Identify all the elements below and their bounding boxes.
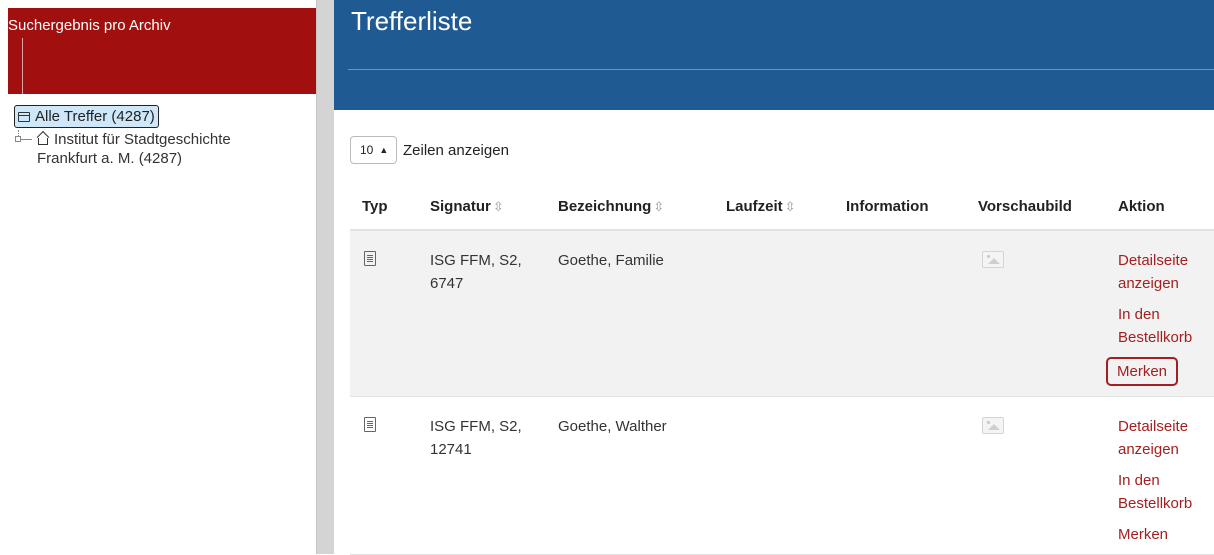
archive-tree: Alle Treffer (4287) Institut für Stadtge…	[14, 105, 231, 168]
cell-aktion: Detailseite anzeigen In den Bestellkorb Me…	[1106, 230, 1214, 397]
detail-page-link[interactable]: Detailseite anzeigen	[1118, 249, 1214, 295]
column-header-laufzeit[interactable]: Laufzeit ⇳	[714, 184, 834, 231]
sort-icon: ⇳	[784, 199, 796, 214]
folder-icon	[18, 111, 30, 122]
cell-vorschaubild	[966, 396, 1106, 555]
sort-icon: ⇳	[653, 199, 665, 214]
cell-typ	[350, 230, 418, 397]
cell-information	[834, 230, 966, 397]
results-panel: Trefferliste 10 ▲︎ Zeilen anzeigen Typ S…	[334, 0, 1214, 555]
cell-information	[834, 396, 966, 555]
rows-per-page-label: Zeilen anzeigen	[403, 141, 509, 159]
sidebar-title: Suchergebnis pro Archiv	[8, 17, 171, 34]
column-header-bezeichnung[interactable]: Bezeichnung ⇳	[546, 184, 714, 231]
image-placeholder-icon	[982, 416, 1004, 434]
tree-item-all-hits[interactable]: Alle Treffer (4287)	[14, 105, 159, 128]
cell-vorschaubild	[966, 230, 1106, 397]
panel-splitter[interactable]	[316, 0, 334, 554]
column-header-vorschaubild: Vorschaubild	[966, 184, 1106, 231]
add-to-basket-link[interactable]: In den Bestellkorb	[1118, 469, 1214, 515]
cell-aktion: Detailseite anzeigen In den Bestellkorb Me…	[1106, 396, 1214, 555]
tree-item-institut-label-1: Institut für Stadtgeschichte	[54, 131, 231, 148]
select-arrows-icon: ▲︎	[379, 145, 389, 155]
rows-per-page-control: 10 ▲︎ Zeilen anzeigen	[350, 136, 509, 164]
signatur-text: 12741	[430, 440, 472, 458]
image-placeholder-icon	[982, 251, 1004, 268]
archive-sidebar: Suchergebnis pro Archiv Alle Treffer (42…	[0, 8, 316, 554]
column-header-typ: Typ	[350, 184, 418, 231]
tree-item-institut[interactable]: Institut für Stadtgeschichte Frankfurt a…	[14, 130, 231, 168]
cell-bezeichnung: Goethe, Familie	[546, 230, 714, 397]
banner-divider	[348, 69, 1214, 70]
signatur-text: ISG FFM, S2,	[430, 417, 522, 435]
cell-laufzeit	[714, 230, 834, 397]
results-banner: Trefferliste	[334, 0, 1214, 110]
table-header-row: Typ Signatur ⇳ Bezeichnung ⇳ Laufzeit ⇳ Inf…	[350, 184, 1214, 231]
tree-item-all-hits-label: Alle Treffer (4287)	[35, 108, 155, 125]
detail-page-link[interactable]: Detailseite anzeigen	[1118, 415, 1214, 461]
column-header-signatur[interactable]: Signatur ⇳	[418, 184, 546, 231]
cell-signatur: ISG FFM, S2, 6747	[418, 230, 546, 397]
table-row: ISG FFM, S2, 12741 Goethe, Walther Detai…	[350, 396, 1214, 555]
sidebar-header-line	[22, 38, 23, 94]
column-header-aktion: Aktion	[1106, 184, 1214, 231]
sort-icon: ⇳	[492, 199, 504, 214]
cell-typ	[350, 396, 418, 555]
remember-link[interactable]: Merken	[1106, 357, 1179, 386]
rows-per-page-value: 10	[360, 143, 374, 157]
column-header-information: Information	[834, 184, 966, 231]
cell-bezeichnung: Goethe, Walther	[546, 396, 714, 555]
add-to-basket-link[interactable]: In den Bestellkorb	[1118, 303, 1214, 349]
tree-expand-toggle[interactable]	[15, 136, 21, 142]
page-title: Trefferliste	[351, 6, 473, 36]
results-table: Typ Signatur ⇳ Bezeichnung ⇳ Laufzeit ⇳ Inf…	[350, 184, 1214, 555]
remember-link[interactable]: Merken	[1118, 523, 1214, 546]
document-icon	[364, 251, 376, 266]
signatur-text: ISG FFM, S2,	[430, 252, 522, 269]
tree-item-institut-label-2: Frankfurt a. M. (4287)	[37, 150, 183, 167]
sidebar-header: Suchergebnis pro Archiv	[8, 8, 316, 94]
table-row: ISG FFM, S2, 6747 Goethe, Familie Detail…	[350, 230, 1214, 397]
cell-signatur: ISG FFM, S2, 12741	[418, 396, 546, 555]
signatur-text: 6747	[430, 275, 464, 292]
document-icon	[364, 416, 376, 432]
house-icon	[37, 133, 49, 145]
cell-laufzeit	[714, 396, 834, 555]
rows-per-page-select[interactable]: 10 ▲︎	[350, 136, 397, 164]
